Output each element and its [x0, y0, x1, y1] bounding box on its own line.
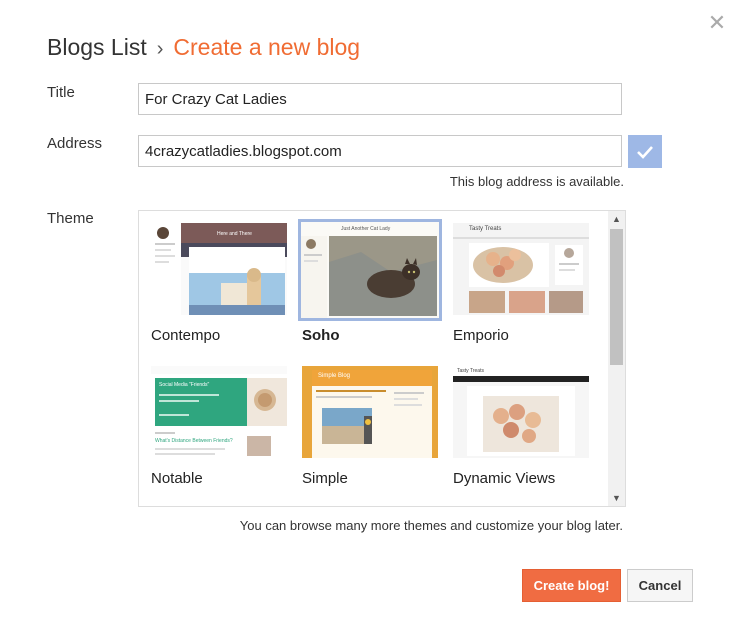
scroll-up-icon[interactable]: ▲ — [608, 211, 625, 227]
cancel-button[interactable]: Cancel — [627, 569, 693, 602]
address-status: This blog address is available. — [449, 174, 624, 189]
theme-thumb-caption: Tasty Treats — [457, 368, 484, 374]
theme-picker[interactable]: Here and There Contempo Just Another Cat… — [138, 210, 626, 507]
theme-thumbnail: Tasty Treats — [453, 366, 589, 458]
breadcrumb-separator: › — [156, 38, 164, 60]
theme-thumbnail: Tasty Treats — [453, 223, 589, 315]
check-icon — [637, 145, 653, 159]
theme-thumbnail: Social Media "Friends" What's Distance B… — [151, 366, 287, 458]
theme-name: Dynamic Views — [453, 470, 556, 487]
theme-name: Contempo — [151, 327, 221, 344]
address-available-check — [628, 135, 662, 168]
theme-thumb-caption: Tasty Treats — [469, 226, 502, 232]
theme-name: Simple — [302, 470, 348, 487]
breadcrumb: Blogs List › Create a new blog — [47, 33, 360, 63]
theme-note: You can browse many more themes and cust… — [239, 518, 623, 533]
theme-thumbnail: Just Another Cat Lady — [298, 219, 442, 321]
theme-thumbnail: Simple Blog — [302, 366, 438, 458]
address-input[interactable] — [138, 135, 622, 167]
close-icon[interactable]: ✕ — [705, 12, 729, 36]
scroll-down-icon[interactable]: ▼ — [608, 490, 625, 506]
theme-thumbnail: Here and There — [151, 223, 287, 315]
scrollbar-thumb[interactable] — [610, 229, 623, 365]
address-label: Address — [47, 135, 103, 152]
theme-name: Notable — [151, 470, 203, 487]
theme-scrollbar[interactable]: ▲ ▼ — [608, 211, 625, 506]
title-input[interactable] — [138, 83, 622, 115]
create-blog-button[interactable]: Create blog! — [522, 569, 621, 602]
theme-thumb-caption: Just Another Cat Lady — [341, 226, 391, 232]
title-label: Title — [47, 84, 75, 101]
theme-label: Theme — [47, 210, 94, 227]
theme-thumb-subcaption: What's Distance Between Friends? — [155, 438, 233, 444]
page-title: Create a new blog — [173, 34, 361, 60]
theme-name: Soho — [302, 327, 340, 344]
breadcrumb-blogs-list[interactable]: Blogs List — [47, 34, 147, 60]
theme-name: Emporio — [453, 327, 509, 344]
theme-thumb-caption: Social Media "Friends" — [159, 382, 210, 388]
theme-thumb-caption: Here and There — [217, 231, 252, 237]
theme-thumb-caption: Simple Blog — [318, 373, 351, 379]
